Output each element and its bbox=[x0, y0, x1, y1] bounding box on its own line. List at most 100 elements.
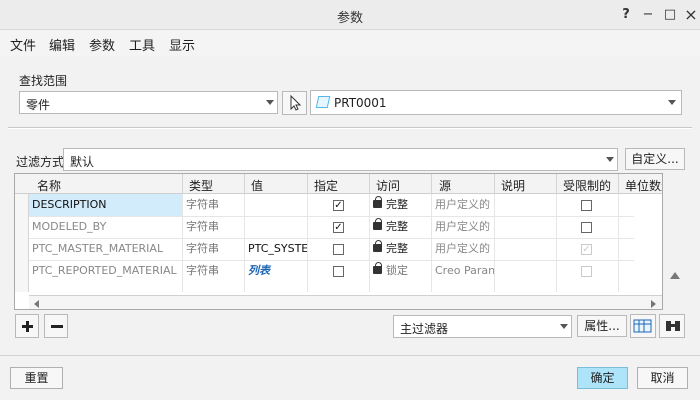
cell-value[interactable] bbox=[245, 194, 307, 216]
designated-checkbox[interactable]: ✓ bbox=[333, 222, 344, 233]
table-row[interactable]: PTC_REPORTED_MATERIAL 字符串 列表 锁定 Creo Par… bbox=[15, 260, 662, 282]
cell-access: 完整 bbox=[386, 242, 408, 255]
select-object-button[interactable] bbox=[282, 91, 307, 115]
cell-value[interactable] bbox=[245, 216, 307, 238]
menu-tools[interactable]: 工具 bbox=[129, 35, 155, 54]
cell-description[interactable] bbox=[495, 260, 556, 282]
menu-edit[interactable]: 编辑 bbox=[49, 35, 75, 54]
menu-file[interactable]: 文件 bbox=[10, 35, 36, 54]
header-access[interactable]: 访问 bbox=[376, 177, 400, 194]
binoculars-icon bbox=[666, 321, 680, 331]
header-restricted[interactable]: 受限制的 bbox=[563, 177, 611, 194]
grid-line bbox=[431, 194, 432, 292]
filter-select[interactable]: 默认 bbox=[63, 148, 618, 171]
menu-display[interactable]: 显示 bbox=[169, 35, 195, 54]
grid-line bbox=[494, 194, 495, 292]
parameters-table: 名称 类型 值 指定 访问 源 说明 受限制的 单位数量 DESCRIPTION… bbox=[14, 173, 663, 310]
main-filter-value: 主过滤器 bbox=[400, 322, 449, 336]
cell-description[interactable] bbox=[495, 238, 556, 260]
table-row[interactable]: DESCRIPTION 字符串 ✓ 完整 用户定义的 bbox=[15, 194, 662, 216]
column-divider[interactable] bbox=[494, 174, 495, 194]
menu-parameters[interactable]: 参数 bbox=[89, 35, 115, 54]
scope-type-value: 零件 bbox=[26, 98, 51, 112]
column-divider[interactable] bbox=[618, 174, 619, 194]
lock-icon bbox=[373, 196, 382, 208]
main-filter-select[interactable]: 主过滤器 bbox=[393, 315, 572, 338]
cell-name[interactable]: PTC_REPORTED_MATERIAL bbox=[29, 260, 182, 282]
lock-icon bbox=[373, 240, 382, 252]
chevron-down-icon bbox=[606, 157, 614, 162]
title-bar: 参数 ? − □ × bbox=[0, 0, 700, 30]
cursor-icon bbox=[290, 95, 301, 111]
find-button[interactable] bbox=[659, 314, 685, 338]
cell-source: Creo Paran bbox=[435, 264, 494, 277]
cell-source: 用户定义的 bbox=[435, 242, 490, 255]
properties-button[interactable]: 属性... bbox=[577, 315, 627, 337]
table-row[interactable]: MODELED_BY 字符串 ✓ 完整 用户定义的 bbox=[15, 216, 662, 238]
column-divider[interactable] bbox=[556, 174, 557, 194]
cell-type: 字符串 bbox=[186, 264, 219, 277]
cell-type: 字符串 bbox=[186, 198, 219, 211]
cell-description[interactable] bbox=[495, 216, 556, 238]
header-name[interactable]: 名称 bbox=[37, 177, 61, 194]
remove-parameter-button[interactable] bbox=[44, 314, 68, 338]
cell-name[interactable]: MODELED_BY bbox=[29, 216, 182, 238]
lock-icon bbox=[373, 262, 382, 274]
window-title: 参数 bbox=[336, 11, 363, 26]
header-type[interactable]: 类型 bbox=[189, 177, 213, 194]
table-row[interactable]: PTC_MASTER_MATERIAL 字符串 PTC_SYSTE 完整 用户定… bbox=[15, 238, 662, 260]
add-parameter-button[interactable] bbox=[15, 314, 39, 338]
cell-access: 完整 bbox=[386, 220, 408, 233]
scope-type-select[interactable]: 零件 bbox=[19, 91, 278, 114]
designated-checkbox[interactable] bbox=[333, 244, 344, 255]
scroll-left-icon[interactable] bbox=[34, 300, 39, 308]
chevron-down-icon bbox=[560, 324, 568, 329]
header-designated[interactable]: 指定 bbox=[314, 177, 338, 194]
chevron-down-icon bbox=[668, 100, 676, 105]
table-icon bbox=[633, 319, 652, 333]
restricted-checkbox bbox=[581, 266, 592, 277]
cell-description[interactable] bbox=[495, 194, 556, 216]
minimize-button[interactable]: − bbox=[639, 6, 657, 24]
object-select[interactable]: PRT0001 bbox=[310, 90, 682, 115]
restricted-checkbox: ✓ bbox=[581, 244, 592, 255]
cell-source: 用户定义的 bbox=[435, 220, 490, 233]
minus-icon bbox=[51, 325, 63, 328]
grid-line bbox=[29, 238, 634, 239]
scroll-up-icon[interactable] bbox=[670, 272, 680, 279]
filter-value: 默认 bbox=[70, 155, 95, 169]
maximize-button[interactable]: □ bbox=[661, 6, 679, 24]
cell-value-list[interactable]: 列表 bbox=[245, 260, 307, 282]
cancel-button[interactable]: 取消 bbox=[637, 367, 688, 389]
help-button[interactable]: ? bbox=[617, 6, 635, 24]
table-header: 名称 类型 值 指定 访问 源 说明 受限制的 单位数量 bbox=[15, 174, 662, 194]
header-description[interactable]: 说明 bbox=[501, 177, 525, 194]
reset-button[interactable]: 重置 bbox=[10, 367, 63, 389]
custom-filter-button[interactable]: 自定义... bbox=[625, 148, 685, 170]
designated-checkbox[interactable] bbox=[333, 266, 344, 277]
cell-name[interactable]: PTC_MASTER_MATERIAL bbox=[29, 238, 182, 260]
cell-name[interactable]: DESCRIPTION bbox=[29, 194, 182, 216]
designated-checkbox[interactable]: ✓ bbox=[333, 200, 344, 211]
column-divider[interactable] bbox=[369, 174, 370, 194]
plus-icon-vertical bbox=[26, 321, 29, 332]
close-button[interactable]: × bbox=[682, 6, 700, 24]
column-divider[interactable] bbox=[244, 174, 245, 194]
header-source[interactable]: 源 bbox=[439, 177, 451, 194]
table-settings-button[interactable] bbox=[630, 314, 656, 338]
part-icon bbox=[315, 96, 331, 108]
restricted-checkbox[interactable] bbox=[581, 222, 592, 233]
column-divider[interactable] bbox=[431, 174, 432, 194]
restricted-checkbox[interactable] bbox=[581, 200, 592, 211]
column-divider[interactable] bbox=[307, 174, 308, 194]
header-value[interactable]: 值 bbox=[251, 177, 263, 194]
grid-line bbox=[29, 260, 634, 261]
horizontal-scrollbar[interactable] bbox=[29, 295, 662, 309]
ok-button[interactable]: 确定 bbox=[577, 367, 628, 389]
grid-line bbox=[29, 216, 634, 217]
header-units[interactable]: 单位数量 bbox=[625, 177, 662, 194]
scroll-right-icon[interactable] bbox=[651, 300, 656, 308]
column-divider[interactable] bbox=[182, 174, 183, 194]
cell-value[interactable]: PTC_SYSTE bbox=[245, 238, 307, 260]
search-scope-label: 查找范围 bbox=[19, 74, 68, 88]
